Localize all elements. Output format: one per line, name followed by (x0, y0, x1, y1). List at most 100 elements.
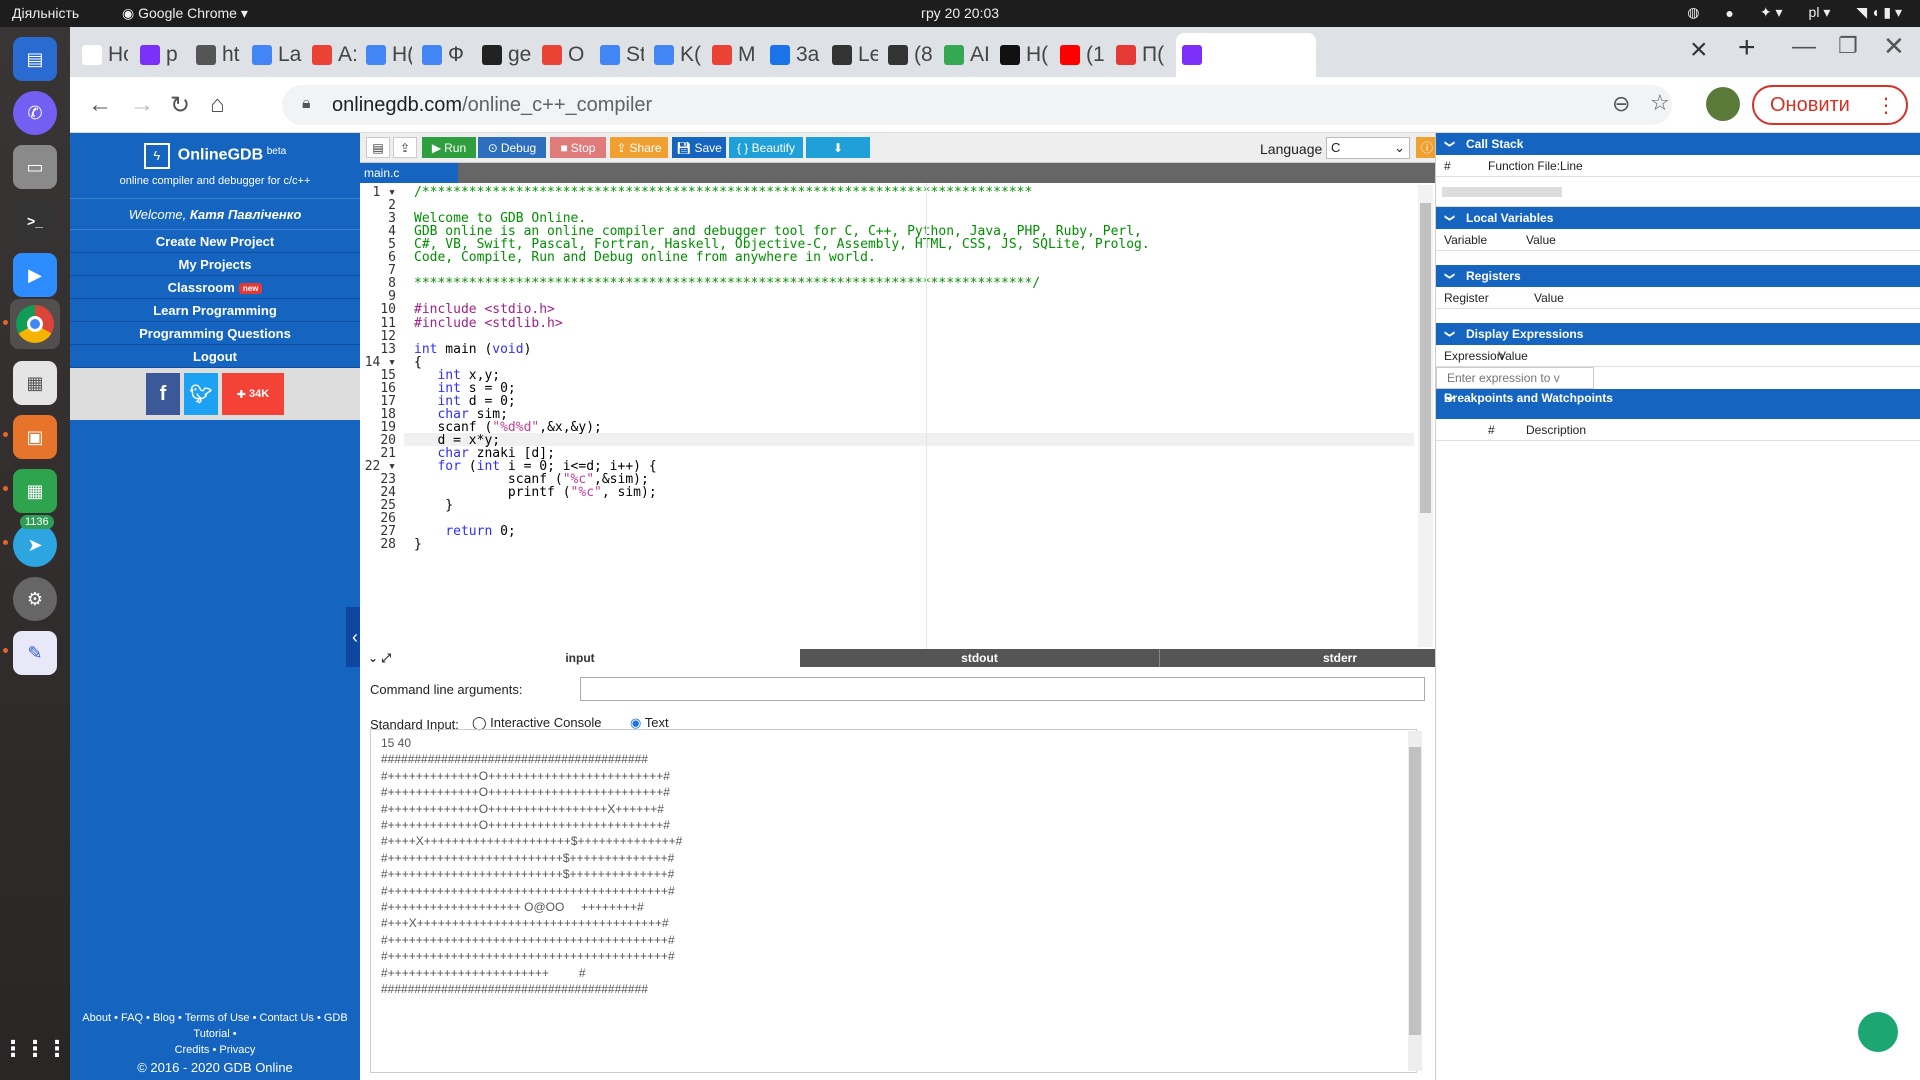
app-menu[interactable]: ◉ Google Chrome ▾ (122, 5, 248, 22)
zoom-icon[interactable]: ▶ (13, 253, 57, 297)
browser-tab[interactable]: AI (938, 37, 990, 73)
chat-bubble-icon[interactable] (1858, 1012, 1898, 1052)
close-tab-icon[interactable]: × (1690, 33, 1708, 67)
stop-button[interactable]: ■ Stop (550, 137, 606, 158)
files-icon[interactable]: ▭ (13, 145, 57, 189)
debug-button[interactable]: ⊙ Debug (478, 137, 546, 158)
new-file-icon[interactable]: ▤ (366, 137, 390, 158)
browser-tab[interactable]: La (246, 37, 302, 73)
footer-links-2[interactable]: Credits • Privacy (70, 1042, 360, 1058)
footer-links[interactable]: About • FAQ • Blog • Terms of Use • Cont… (70, 1010, 360, 1042)
browser-tab[interactable]: Le (826, 37, 878, 73)
browser-tab[interactable]: 3a (764, 37, 822, 73)
beautify-button[interactable]: { } Beautify (729, 137, 803, 158)
facebook-icon[interactable]: f (146, 373, 180, 415)
browser-tab[interactable]: H( (360, 37, 412, 73)
browser-tab[interactable]: p (134, 37, 186, 73)
tab-input[interactable]: ⌄ ⤢ input (360, 649, 800, 667)
stdin-textarea[interactable]: 15 40 ##################################… (370, 729, 1417, 1073)
docs-app-icon[interactable]: ▤ (13, 37, 57, 81)
activities-button[interactable]: Діяльність (12, 5, 79, 21)
chrome-dock-icon[interactable] (10, 299, 60, 349)
display-expressions-header[interactable]: Display Expressions (1436, 323, 1920, 345)
menu-learn-programming[interactable]: Learn Programming (70, 299, 360, 322)
profile-avatar[interactable] (1706, 87, 1740, 121)
call-stack-header[interactable]: Call Stack (1436, 133, 1920, 155)
browser-tab[interactable]: Ф (416, 37, 472, 73)
close-window-icon[interactable]: ✕ (1883, 31, 1905, 62)
home-icon[interactable]: ⌂ (210, 91, 225, 119)
share-count-button[interactable]: ✚ 34K (222, 373, 284, 415)
impress-icon[interactable]: ▣ (13, 415, 57, 459)
tab-stdout[interactable]: stdout (800, 649, 1160, 667)
language-select[interactable]: C ⌄ (1326, 137, 1410, 159)
browser-tab[interactable]: K( (648, 37, 702, 73)
registers-header[interactable]: Registers (1436, 265, 1920, 287)
new-tab-button[interactable]: + (1738, 31, 1756, 65)
twitter-icon[interactable]: 🐦︎ (184, 373, 218, 415)
language-indicator[interactable]: pl ▾ (1809, 4, 1831, 21)
network-icon[interactable]: ◥ ◖ ▮ ▾ (1856, 4, 1902, 21)
file-tab-main[interactable]: main.c (360, 163, 458, 183)
chrome-window: НоваphtLaA:H(ФgeOStK(M3aLe(8AIH((1П( × +… (70, 27, 1920, 1080)
clock[interactable]: гру 20 20:03 (0, 5, 1920, 21)
calc-icon[interactable]: ▦ (13, 469, 57, 513)
minimize-icon[interactable]: — (1792, 33, 1816, 61)
update-button[interactable]: Оновити ⋮ (1752, 85, 1908, 125)
browser-tab[interactable]: (1 (1054, 37, 1106, 73)
browser-tab[interactable]: ge (476, 37, 532, 73)
tab-favicon-icon (600, 45, 620, 65)
browser-tab[interactable]: St (594, 37, 644, 73)
text-editor-icon[interactable]: ✎ (13, 631, 57, 675)
browser-tab[interactable]: A: (306, 37, 356, 73)
expression-input[interactable] (1436, 367, 1594, 389)
brand[interactable]: ϟ OnlineGDB beta online compiler and debu… (70, 133, 360, 198)
download-icon[interactable]: ⬇ (806, 137, 870, 158)
local-variables-header[interactable]: Local Variables (1436, 207, 1920, 229)
menu-programming-questions[interactable]: Programming Questions (70, 322, 360, 345)
document-viewer-icon[interactable]: ▦ (13, 361, 57, 405)
breakpoints-header[interactable]: Breakpoints and Watchpoints (1436, 389, 1920, 419)
run-button[interactable]: ▶ Run (422, 137, 476, 158)
collapse-io-icon[interactable]: ⌄ ⤢ (368, 649, 391, 667)
telegram-icon[interactable]: ➤ (13, 523, 57, 567)
system-tray[interactable]: ◍ ● ✦ ▾ pl ▾ ◥ ◖ ▮ ▾ (1687, 4, 1902, 21)
menu-dots-icon[interactable]: ⋮ (1876, 93, 1896, 118)
settings-icon[interactable]: ⚙ (13, 577, 57, 621)
code-editor[interactable]: 1 ▾/************************************… (360, 183, 1435, 649)
menu-create-new-project[interactable]: Create New Project (70, 230, 360, 253)
accessibility-icon[interactable]: ✦ ▾ (1760, 4, 1783, 21)
browser-tab[interactable] (1176, 33, 1316, 77)
zoom-icon[interactable]: ⊖ (1612, 91, 1630, 117)
browser-tab[interactable]: M (706, 37, 760, 73)
dock: ▤ ✆ ▭ >_ ▶ ▦ ▣ ▦ ➤ 1136 ⚙ ✎ ⋮⋮⋮ (0, 27, 70, 1080)
cmd-args-input[interactable] (580, 677, 1425, 701)
browser-tab[interactable]: ht (190, 37, 242, 73)
share-button[interactable]: ⇪ Share (610, 137, 668, 158)
browser-tab[interactable]: H( (994, 37, 1050, 73)
stdin-scrollbar[interactable] (1408, 731, 1422, 1071)
browser-tab[interactable]: (8 (882, 37, 934, 73)
browser-tab[interactable]: П( (1110, 37, 1172, 73)
menu-classroom[interactable]: Classroom new (70, 276, 360, 299)
menu-my-projects[interactable]: My Projects (70, 253, 360, 276)
chrome-tray-icon[interactable]: ● (1725, 5, 1733, 21)
address-bar[interactable]: 🔒︎ onlinegdb.com/online_c++_compiler ⊖ ☆ (282, 85, 1672, 125)
call-stack-hscroll[interactable] (1436, 177, 1920, 207)
bookmark-star-icon[interactable]: ☆ (1650, 90, 1670, 116)
back-icon[interactable]: ← (88, 91, 112, 119)
menu-logout[interactable]: Logout (70, 345, 360, 368)
browser-tab[interactable]: Нова (76, 37, 128, 73)
maximize-icon[interactable]: ❐ (1838, 33, 1858, 59)
new-badge: new (238, 283, 263, 295)
show-apps-icon[interactable]: ⋮⋮⋮ (2, 1027, 68, 1071)
editor-scrollbar[interactable] (1418, 185, 1433, 647)
save-button[interactable]: 💾︎ Save (672, 137, 726, 158)
terminal-icon[interactable]: >_ (13, 199, 57, 243)
viber-tray-icon[interactable]: ◍ (1687, 4, 1699, 21)
viber-icon[interactable]: ✆ (13, 91, 57, 135)
upload-icon[interactable]: ⇪ (393, 137, 417, 158)
reload-icon[interactable]: ↻ (170, 91, 190, 120)
forward-icon[interactable]: → (130, 91, 154, 119)
browser-tab[interactable]: O (536, 37, 590, 73)
